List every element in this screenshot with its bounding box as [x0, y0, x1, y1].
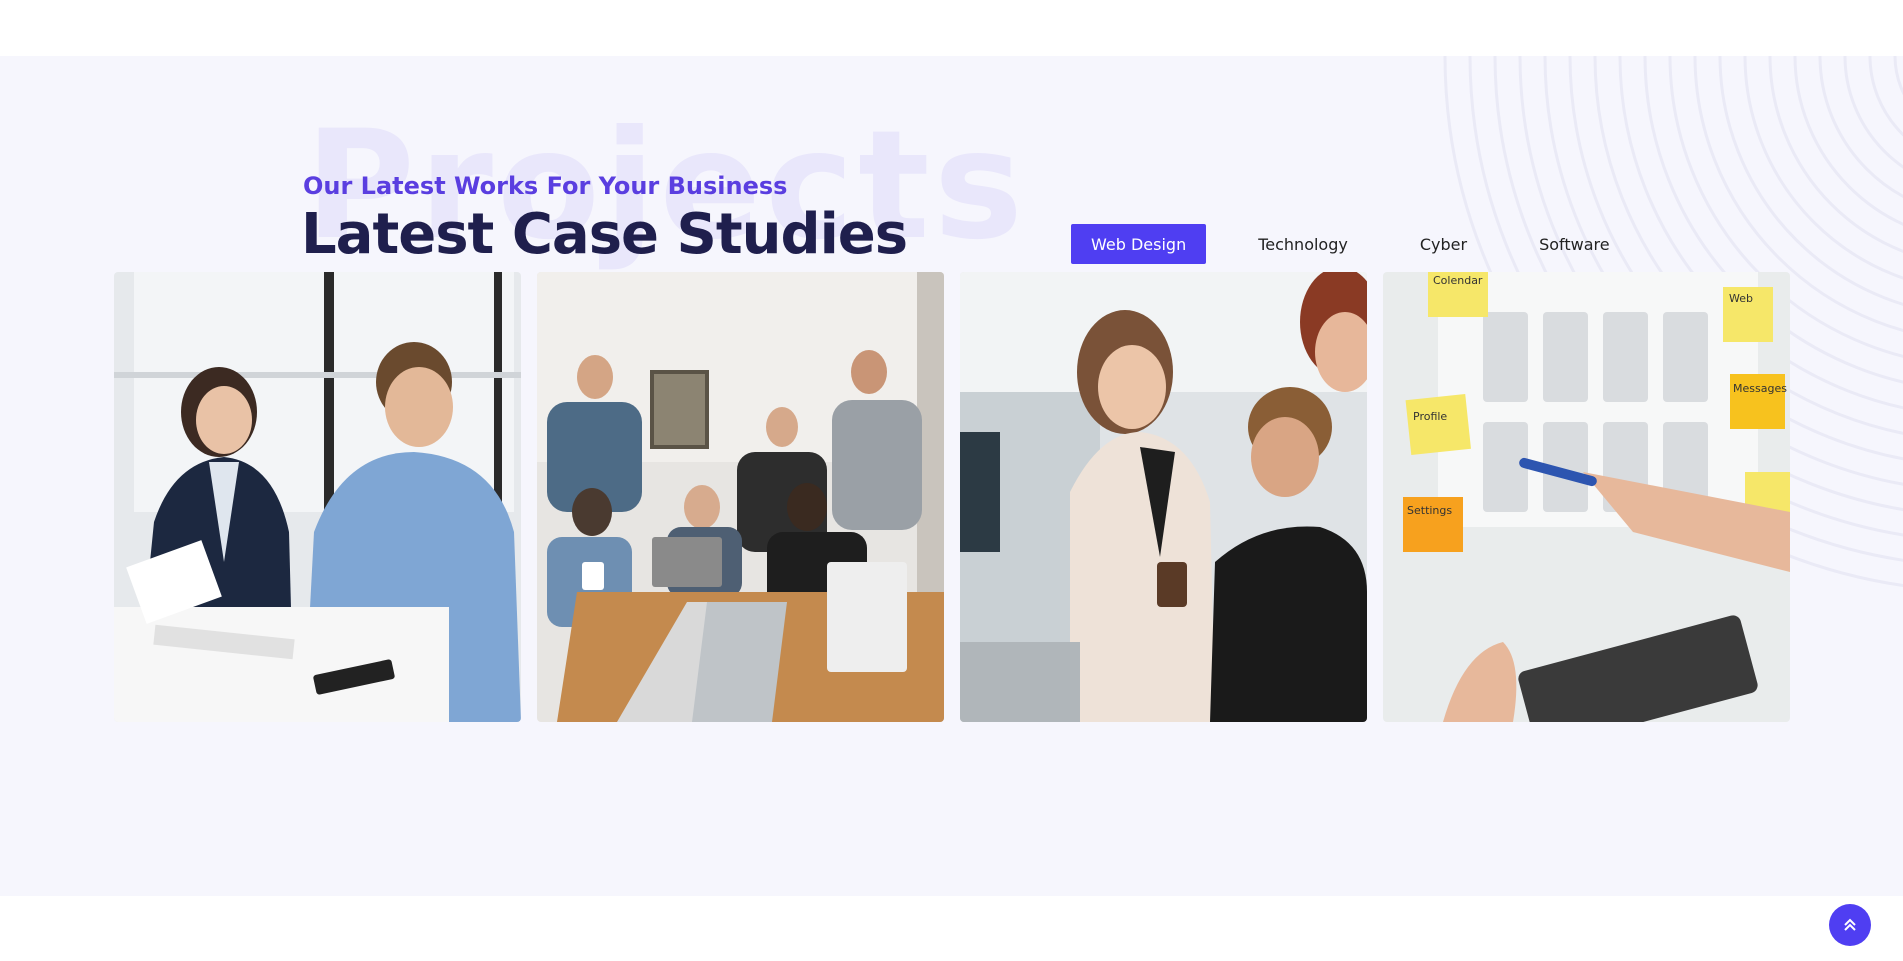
section-subtitle: Our Latest Works For Your Business	[303, 172, 788, 200]
filter-cyber[interactable]: Cyber	[1400, 224, 1487, 264]
project-image	[537, 272, 944, 722]
filter-web-design[interactable]: Web Design	[1071, 224, 1207, 264]
project-image	[960, 272, 1367, 722]
filter-software[interactable]: Software	[1519, 224, 1630, 264]
filter-technology[interactable]: Technology	[1238, 224, 1368, 264]
sticky-note-web: Web	[1729, 292, 1753, 305]
sticky-note-messages: Messages	[1733, 382, 1787, 395]
double-chevron-up-icon	[1844, 918, 1856, 931]
project-filters: Web Design Technology Cyber Software	[1071, 224, 1662, 264]
project-card-2[interactable]	[537, 272, 944, 722]
project-image	[114, 272, 521, 722]
section-title: Latest Case Studies	[301, 202, 908, 267]
project-card-1[interactable]	[114, 272, 521, 722]
sticky-note-settings: Settings	[1407, 504, 1452, 517]
project-card-4[interactable]: Colendar Web Profile Settings Messages	[1383, 272, 1790, 722]
back-to-top-button[interactable]	[1829, 904, 1871, 946]
sticky-note-calendar: Colendar	[1433, 274, 1483, 287]
project-image: Colendar Web Profile Settings Messages	[1383, 272, 1790, 722]
project-gallery: Colendar Web Profile Settings Messages	[114, 272, 1790, 722]
project-card-3[interactable]	[960, 272, 1367, 722]
sticky-note-profile: Profile	[1413, 410, 1447, 423]
